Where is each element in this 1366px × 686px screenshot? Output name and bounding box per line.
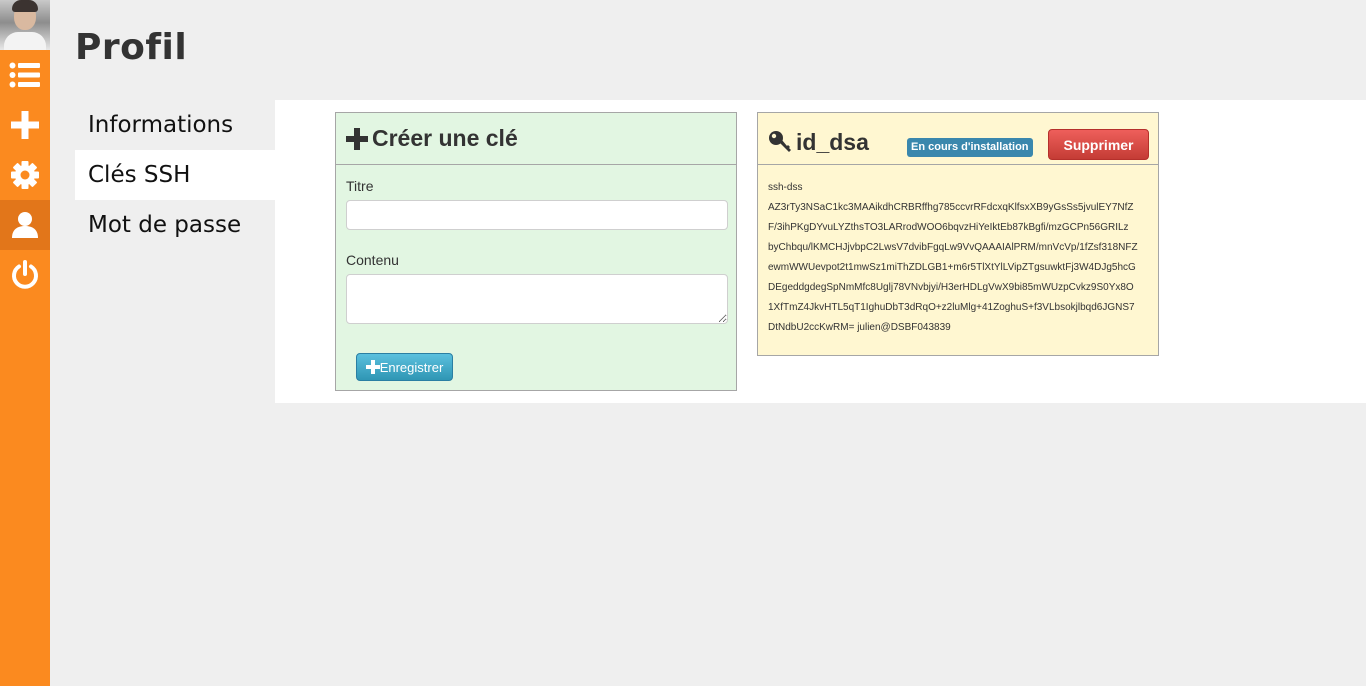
create-key-panel: Créer une clé Titre Contenu Enregistrer	[335, 112, 737, 391]
submenu-item-password[interactable]: Mot de passe	[75, 200, 275, 250]
key-line: DtNdbU2ccKwRM= julien@DSBF043839	[768, 322, 951, 333]
ssh-key-header: id_dsa En cours d'installation Supprimer	[758, 113, 1158, 165]
key-line: DEgeddgdegSpNmMfc8Uglj78VNvbjyi/H3erHDLg…	[768, 282, 1134, 293]
submenu-item-informations[interactable]: Informations	[75, 100, 275, 150]
nav-add-button[interactable]	[0, 100, 50, 150]
profile-submenu: Informations Clés SSH Mot de passe	[75, 100, 275, 250]
create-key-header: Créer une clé	[336, 113, 736, 165]
plus-icon	[11, 111, 39, 139]
key-line: 1XfTmZ4JkvHTL5qT1IghuDbT3dRqO+z2luMlg+41…	[768, 302, 1135, 313]
content-textarea[interactable]	[346, 274, 728, 324]
key-line: AZ3rTy3NSaC1kc3MAAikdhCRBRffhg785ccvrRFd…	[768, 202, 1134, 213]
content-label: Contenu	[346, 252, 399, 268]
key-line: byChbqu/lKMCHJjvbpC2LwsV7dvibFgqLw9VvQAA…	[768, 242, 1138, 253]
nav-list-button[interactable]	[0, 50, 50, 100]
key-line: F/3ihPKgDYvuLYZthsTO3LARrodWOO6bqvzHiYeI…	[768, 222, 1129, 233]
status-badge: En cours d'installation	[907, 138, 1033, 157]
avatar-shirt	[4, 32, 46, 50]
key-line: ewmWWUevpot2t1mwSz1miThZDLGB1+m6r5TlXtYl…	[768, 262, 1136, 273]
ssh-key-name: id_dsa	[796, 129, 869, 155]
ssh-key-panel: id_dsa En cours d'installation Supprimer…	[757, 112, 1159, 356]
ssh-key-content: ssh-dss AZ3rTy3NSaC1kc3MAAikdhCRBRffhg78…	[758, 165, 1158, 338]
main-sidebar	[0, 0, 50, 686]
plus-icon	[365, 360, 380, 374]
key-icon	[769, 131, 791, 152]
save-button[interactable]: Enregistrer	[356, 353, 453, 381]
submenu-item-ssh-keys[interactable]: Clés SSH	[75, 150, 275, 200]
avatar-hair	[12, 0, 38, 12]
title-input[interactable]	[346, 200, 728, 230]
nav-logout-button[interactable]	[0, 250, 50, 300]
nav-profile-button[interactable]	[0, 200, 50, 250]
nav-settings-button[interactable]	[0, 150, 50, 200]
key-line: ssh-dss	[768, 182, 803, 193]
avatar[interactable]	[0, 0, 50, 50]
user-icon	[12, 212, 38, 238]
gear-icon	[11, 161, 39, 189]
list-icon	[9, 62, 40, 88]
delete-button[interactable]: Supprimer	[1048, 129, 1149, 160]
page-title: Profil	[75, 27, 188, 68]
save-button-label: Enregistrer	[379, 359, 444, 375]
plus-icon	[346, 127, 368, 150]
power-icon	[12, 260, 38, 289]
title-label: Titre	[346, 178, 374, 194]
create-key-title: Créer une clé	[372, 125, 518, 151]
